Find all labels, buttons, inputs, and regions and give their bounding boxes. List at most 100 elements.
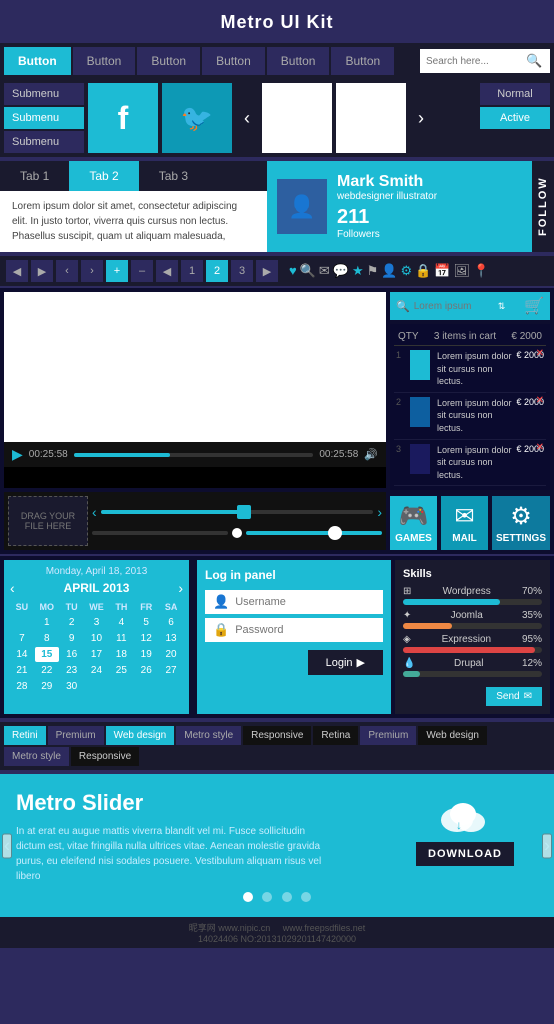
button-6[interactable]: Button — [331, 47, 394, 75]
cal-day[interactable]: 12 — [134, 631, 158, 646]
username-input[interactable] — [235, 596, 375, 608]
facebook-tile[interactable]: f — [88, 83, 158, 153]
sort-icon[interactable]: ⇅ — [498, 301, 506, 312]
button-5[interactable]: Button — [267, 47, 330, 75]
volume-icon[interactable]: 🔊 — [364, 448, 378, 461]
range-track-2a[interactable] — [92, 531, 228, 535]
tag-responsive[interactable]: Responsive — [243, 726, 311, 745]
lock-icon[interactable]: 🔒 — [415, 263, 431, 279]
button-4[interactable]: Button — [202, 47, 265, 75]
submenu-item-2[interactable]: Submenu — [4, 107, 84, 129]
tag-retini[interactable]: Retini — [4, 726, 46, 745]
search-input[interactable] — [426, 56, 526, 67]
flag-icon[interactable]: ⚑ — [367, 263, 379, 279]
cal-day[interactable]: 4 — [109, 615, 133, 630]
cal-day[interactable]: 1 — [35, 615, 59, 630]
dot-1[interactable] — [243, 892, 253, 902]
cal-day[interactable]: 25 — [109, 663, 133, 678]
photo-icon[interactable]: 🖼 — [454, 263, 471, 279]
range-thumb-2[interactable] — [232, 528, 242, 538]
star-icon[interactable]: ★ — [352, 263, 364, 279]
map-icon[interactable]: 📍 — [473, 263, 489, 279]
left-arrow-tile[interactable]: ‹ — [236, 83, 258, 153]
progress-bar[interactable] — [74, 453, 314, 457]
submenu-item-3[interactable]: Submenu — [4, 131, 84, 153]
send-button[interactable]: Send ✉ — [486, 687, 542, 706]
cal-day[interactable]: 5 — [134, 615, 158, 630]
cal-day[interactable]: 29 — [35, 679, 59, 694]
cal-day[interactable]: 23 — [60, 663, 84, 678]
tag-retina[interactable]: Retina — [313, 726, 358, 745]
cart-icon[interactable]: 🛒 — [524, 296, 544, 316]
cal-day[interactable]: 21 — [10, 663, 34, 678]
pag-left-btn[interactable]: ‹ — [56, 260, 78, 282]
pag-right-btn[interactable]: › — [81, 260, 103, 282]
slider-nav-right[interactable]: › — [542, 833, 552, 858]
dot-2[interactable] — [262, 892, 272, 902]
play-button[interactable]: ▶ — [12, 446, 23, 463]
tag-premium[interactable]: Premium — [48, 726, 104, 745]
cal-day[interactable]: 17 — [85, 647, 109, 662]
cal-day[interactable]: 20 — [159, 647, 183, 662]
pag-back-btn[interactable]: ◀ — [156, 260, 178, 282]
dot-3[interactable] — [282, 892, 292, 902]
button-2[interactable]: Button — [73, 47, 136, 75]
tag-webdesign[interactable]: Web design — [106, 726, 175, 745]
pag-plus-btn[interactable]: + — [106, 260, 128, 282]
tab-3[interactable]: Tab 3 — [139, 161, 208, 191]
cart-close-1[interactable]: ✕ — [536, 348, 544, 359]
range-thumb-2b[interactable] — [328, 526, 342, 540]
pag-prev-btn[interactable]: ◀ — [6, 260, 28, 282]
twitter-tile[interactable]: 🐦 — [162, 83, 232, 153]
tag-metrostyle2[interactable]: Metro style — [4, 747, 69, 766]
panel-search-input[interactable] — [414, 301, 494, 312]
tab-1[interactable]: Tab 1 — [0, 161, 69, 191]
cal-day[interactable]: 28 — [10, 679, 34, 694]
cart-close-3[interactable]: ✕ — [536, 442, 544, 453]
cal-day[interactable]: 18 — [109, 647, 133, 662]
cal-day[interactable] — [10, 615, 34, 630]
follow-button[interactable]: FOLLOW — [532, 161, 554, 252]
cal-day[interactable]: 9 — [60, 631, 84, 646]
calendar-icon-sm[interactable]: 📅 — [434, 263, 450, 279]
tag-webdesign2[interactable]: Web design — [418, 726, 487, 745]
cal-day[interactable]: 16 — [60, 647, 84, 662]
cal-day[interactable]: 7 — [10, 631, 34, 646]
button-1[interactable]: Button — [4, 47, 71, 75]
button-3[interactable]: Button — [137, 47, 200, 75]
cart-close-2[interactable]: ✕ — [536, 395, 544, 406]
cal-day[interactable]: 14 — [10, 647, 34, 662]
cal-day[interactable]: 3 — [85, 615, 109, 630]
pag-page-1[interactable]: 1 — [181, 260, 203, 282]
heart-icon[interactable]: ♥ — [289, 263, 297, 279]
search-icon[interactable]: 🔍 — [526, 53, 542, 69]
range-track-1[interactable] — [101, 510, 374, 514]
cal-prev-btn[interactable]: ‹ — [10, 580, 15, 596]
cal-day[interactable]: 11 — [109, 631, 133, 646]
pag-fwd-btn[interactable]: ▶ — [256, 260, 278, 282]
pag-page-3[interactable]: 3 — [231, 260, 253, 282]
range-right-btn[interactable]: › — [377, 504, 382, 520]
login-button[interactable]: Login ▶ — [308, 650, 383, 675]
range-thumb-1[interactable] — [237, 505, 251, 519]
range-track-2b[interactable] — [246, 531, 382, 535]
cal-day[interactable]: 22 — [35, 663, 59, 678]
user-icon-sm[interactable]: 👤 — [381, 263, 397, 279]
cal-day[interactable]: 8 — [35, 631, 59, 646]
normal-button[interactable]: Normal — [480, 83, 550, 105]
cal-day[interactable]: 27 — [159, 663, 183, 678]
cal-day[interactable]: 6 — [159, 615, 183, 630]
mail-icon-sm[interactable]: ✉ — [319, 263, 330, 279]
cal-day[interactable]: 26 — [134, 663, 158, 678]
cal-day[interactable]: 24 — [85, 663, 109, 678]
cal-day[interactable]: 13 — [159, 631, 183, 646]
drag-drop-area[interactable]: DRAG YOURFILE HERE — [8, 496, 88, 546]
pag-minus-btn[interactable]: – — [131, 260, 153, 282]
pag-next-btn[interactable]: ▶ — [31, 260, 53, 282]
range-left-btn[interactable]: ‹ — [92, 504, 97, 520]
tag-premium2[interactable]: Premium — [360, 726, 416, 745]
tag-metrostyle[interactable]: Metro style — [176, 726, 241, 745]
cal-next-btn[interactable]: › — [178, 580, 183, 596]
cal-day[interactable]: 10 — [85, 631, 109, 646]
cal-today[interactable]: 15 — [35, 647, 59, 662]
